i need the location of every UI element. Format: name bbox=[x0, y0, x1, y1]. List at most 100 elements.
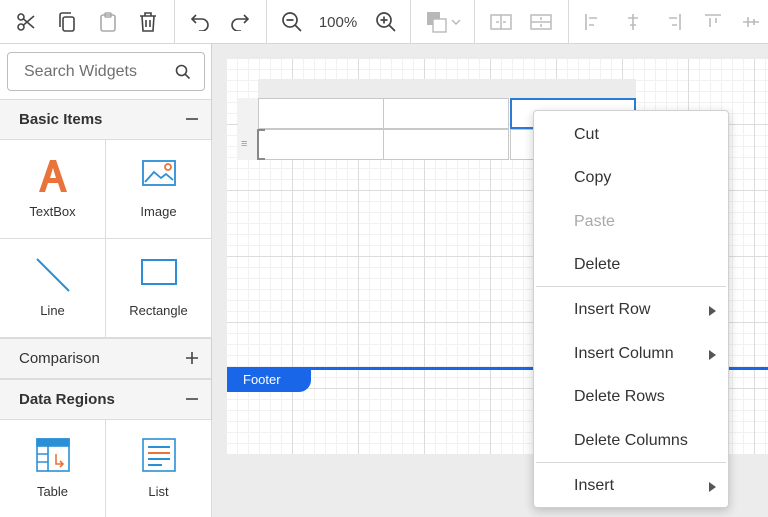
search-input[interactable] bbox=[8, 53, 168, 90]
section-title: Basic Items bbox=[19, 111, 103, 128]
menu-item-label: Paste bbox=[574, 213, 615, 230]
align-center-icon bbox=[628, 14, 638, 30]
widget-line[interactable]: Line bbox=[0, 239, 106, 338]
menu-item-paste[interactable]: Paste bbox=[534, 201, 728, 241]
align-left-icon bbox=[585, 14, 597, 30]
menu-item-label: Insert Column bbox=[574, 345, 674, 362]
row-drag-handle-icon[interactable]: ≡ bbox=[241, 138, 247, 150]
align-top-icon bbox=[705, 14, 721, 27]
menu-separator bbox=[536, 462, 726, 463]
textbox-icon bbox=[38, 160, 67, 192]
expand-icon[interactable] bbox=[185, 351, 199, 370]
table-cell[interactable] bbox=[383, 98, 509, 129]
section-title: Data Regions bbox=[19, 391, 115, 408]
submenu-arrow-icon bbox=[709, 482, 716, 492]
section-header-basic-items[interactable]: Basic Items bbox=[0, 99, 211, 140]
menu-item-insert[interactable]: Insert bbox=[534, 465, 728, 505]
menu-item-copy[interactable]: Copy bbox=[534, 157, 728, 197]
menu-item-label: Insert bbox=[574, 477, 615, 494]
menu-item-label: Delete Columns bbox=[574, 432, 688, 449]
widget-table[interactable]: Table bbox=[0, 420, 106, 517]
submenu-arrow-icon bbox=[709, 306, 716, 316]
search-box bbox=[7, 52, 205, 91]
trash-icon bbox=[140, 12, 156, 32]
zoom-in-icon bbox=[376, 12, 396, 32]
align-right-icon bbox=[669, 14, 681, 30]
delete-button[interactable] bbox=[136, 0, 160, 44]
submenu-arrow-icon bbox=[709, 350, 716, 360]
distribute-vertical-icon bbox=[530, 14, 552, 30]
footer-label[interactable]: Footer bbox=[227, 368, 311, 392]
widget-label: TextBox bbox=[29, 204, 76, 219]
list-icon bbox=[141, 438, 176, 472]
widget-label: List bbox=[148, 484, 169, 499]
table-cell[interactable] bbox=[258, 98, 384, 129]
menu-item-delete-rows[interactable]: Delete Rows bbox=[534, 376, 728, 416]
widget-list[interactable]: List bbox=[106, 420, 212, 517]
section-header-comparison[interactable]: Comparison bbox=[0, 338, 211, 379]
widget-image[interactable]: Image bbox=[106, 140, 212, 239]
copy-button[interactable] bbox=[55, 0, 79, 44]
zoom-out-icon bbox=[282, 12, 302, 32]
image-icon bbox=[141, 160, 176, 186]
widget-textbox[interactable]: TextBox bbox=[0, 140, 106, 239]
align-right-button[interactable] bbox=[662, 0, 684, 44]
menu-item-label: Delete bbox=[574, 256, 621, 273]
search-icon[interactable] bbox=[175, 64, 191, 85]
copy-icon bbox=[59, 12, 75, 32]
menu-item-insert-column[interactable]: Insert Column bbox=[534, 333, 728, 373]
menu-item-label: Cut bbox=[574, 126, 599, 143]
zoom-out-button[interactable] bbox=[280, 0, 304, 44]
clipboard-icon bbox=[100, 12, 116, 32]
align-center-button[interactable] bbox=[622, 0, 644, 44]
table-cell[interactable] bbox=[258, 129, 384, 160]
collapse-icon[interactable] bbox=[185, 112, 199, 131]
align-middle-button[interactable] bbox=[740, 0, 762, 44]
widget-label: Table bbox=[36, 484, 69, 499]
undo-button[interactable] bbox=[188, 0, 212, 44]
toolbar-separator bbox=[174, 0, 175, 44]
paste-button[interactable] bbox=[96, 0, 120, 44]
line-icon bbox=[35, 258, 70, 292]
toolbar-separator bbox=[410, 0, 411, 44]
menu-item-cut[interactable]: Cut bbox=[534, 114, 728, 154]
menu-item-delete-columns[interactable]: Delete Columns bbox=[534, 420, 728, 460]
menu-item-label: Copy bbox=[574, 169, 612, 186]
toolbar-separator bbox=[266, 0, 267, 44]
widget-label: Image bbox=[140, 204, 177, 219]
widgets-sidebar: Basic Items TextBox Image Line Rectangle… bbox=[0, 44, 212, 517]
distribute-horizontal-icon bbox=[490, 14, 512, 30]
zoom-level-text: 100% bbox=[318, 13, 358, 31]
redo-button[interactable] bbox=[228, 0, 252, 44]
toolbar: 100% bbox=[0, 0, 768, 44]
menu-item-delete[interactable]: Delete bbox=[534, 244, 728, 284]
row-group-bracket bbox=[257, 129, 265, 160]
undo-icon bbox=[190, 14, 209, 31]
table-column-header[interactable] bbox=[258, 79, 636, 98]
distribute-vertical-button[interactable] bbox=[528, 0, 554, 44]
scissors-icon bbox=[17, 13, 35, 31]
menu-item-label: Insert Row bbox=[574, 301, 651, 318]
widget-label: Line bbox=[40, 303, 65, 318]
menu-item-label: Delete Rows bbox=[574, 388, 665, 405]
widget-label: Rectangle bbox=[129, 303, 188, 318]
zoom-in-button[interactable] bbox=[374, 0, 398, 44]
arrange-icon bbox=[427, 12, 461, 33]
redo-icon bbox=[231, 14, 250, 31]
rectangle-icon bbox=[140, 259, 177, 285]
align-left-button[interactable] bbox=[582, 0, 604, 44]
align-top-button[interactable] bbox=[702, 0, 724, 44]
cut-button[interactable] bbox=[14, 0, 38, 44]
section-header-data-regions[interactable]: Data Regions bbox=[0, 379, 211, 420]
zoom-level[interactable]: 100% bbox=[312, 0, 364, 44]
table-cell[interactable] bbox=[383, 129, 509, 160]
table-row-header[interactable] bbox=[238, 98, 258, 160]
distribute-horizontal-button[interactable] bbox=[488, 0, 514, 44]
table-icon bbox=[35, 438, 70, 472]
toolbar-separator bbox=[474, 0, 475, 44]
collapse-icon[interactable] bbox=[185, 392, 199, 411]
arrange-dropdown[interactable] bbox=[422, 0, 464, 44]
menu-item-insert-row[interactable]: Insert Row bbox=[534, 289, 728, 329]
menu-separator bbox=[536, 286, 726, 287]
widget-rectangle[interactable]: Rectangle bbox=[106, 239, 212, 338]
